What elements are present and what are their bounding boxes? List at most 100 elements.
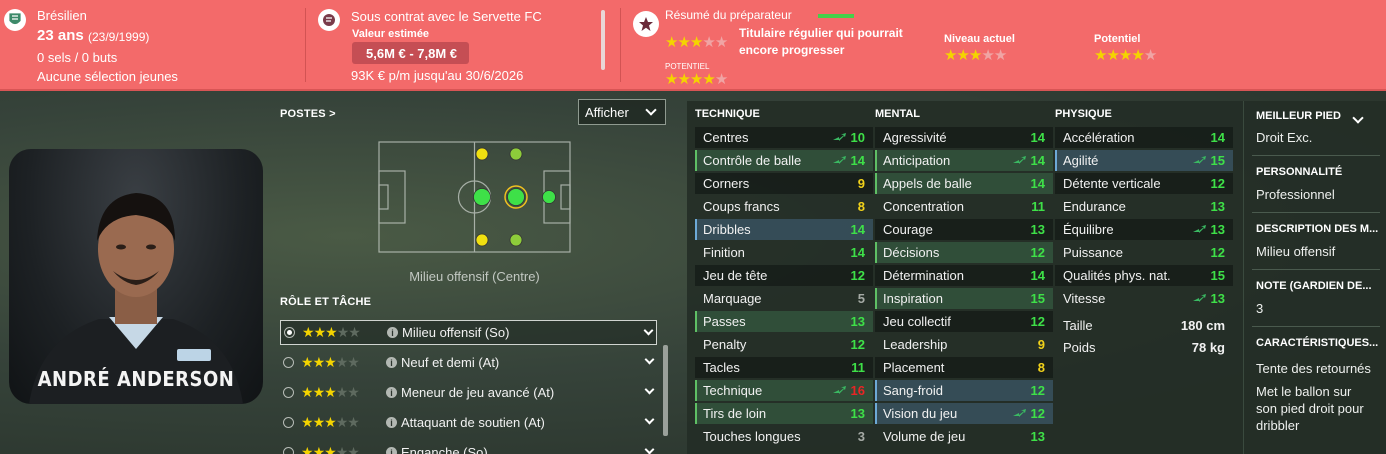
attribute-row[interactable]: Qualités phys. nat. 15 bbox=[1055, 265, 1233, 286]
attribute-row[interactable]: Technique 16 bbox=[695, 380, 873, 401]
attribute-value: 14 bbox=[850, 222, 865, 237]
attribute-row[interactable]: Agilité 15 bbox=[1055, 150, 1233, 171]
position-marker[interactable] bbox=[509, 147, 523, 161]
chevron-down-icon[interactable] bbox=[644, 414, 655, 425]
attribute-row[interactable]: Coups francs 8 bbox=[695, 196, 873, 217]
potential-stars: ★★★★★ bbox=[1094, 46, 1157, 64]
role-row[interactable]: ★★★★★ i Neuf et demi (At) bbox=[280, 350, 657, 375]
position-marker[interactable] bbox=[475, 233, 489, 247]
position-marker[interactable] bbox=[509, 233, 523, 247]
attribute-value: 13 bbox=[1210, 291, 1225, 306]
role-row[interactable]: ★★★★★ i Enganche (So) bbox=[280, 440, 657, 454]
attribute-row[interactable]: Leadership 9 bbox=[875, 334, 1053, 355]
attribute-value: 13 bbox=[1210, 199, 1225, 214]
attribute-row[interactable]: Courage 13 bbox=[875, 219, 1053, 240]
attribute-row[interactable]: Inspiration 15 bbox=[875, 288, 1053, 309]
roles-scrollbar[interactable] bbox=[663, 345, 668, 436]
attribute-row[interactable]: Passes 13 bbox=[695, 311, 873, 332]
attribute-name: Inspiration bbox=[883, 291, 943, 306]
header-scroll-indicator[interactable] bbox=[601, 10, 605, 70]
current-ability-stars: ★★★★★ bbox=[665, 33, 728, 51]
attribute-row[interactable]: Agressivité 14 bbox=[875, 127, 1053, 148]
attribute-row[interactable]: Concentration 11 bbox=[875, 196, 1053, 217]
personality-value: Professionnel bbox=[1256, 187, 1335, 202]
attribute-row[interactable]: Marquage 5 bbox=[695, 288, 873, 309]
attribute-value: 16 bbox=[850, 383, 865, 398]
attribute-row[interactable]: Puissance 12 bbox=[1055, 242, 1233, 263]
star-icon: ★ bbox=[702, 34, 715, 51]
header-divider bbox=[305, 8, 306, 82]
attribute-row[interactable]: Équilibre 13 bbox=[1055, 219, 1233, 240]
attribute-name: Équilibre bbox=[1063, 222, 1114, 237]
value-label: Valeur estimée bbox=[352, 28, 430, 40]
display-dropdown[interactable]: Afficher bbox=[578, 99, 666, 125]
attribute-row[interactable]: Détermination 14 bbox=[875, 265, 1053, 286]
position-marker[interactable] bbox=[507, 188, 525, 206]
role-radio[interactable] bbox=[283, 357, 294, 368]
position-marker[interactable] bbox=[542, 190, 556, 204]
role-row[interactable]: ★★★★★ i Milieu offensif (So) bbox=[280, 320, 657, 345]
attribute-row[interactable]: Jeu de tête 12 bbox=[695, 265, 873, 286]
info-icon[interactable]: i bbox=[387, 327, 398, 338]
positions-title[interactable]: POSTES > bbox=[280, 108, 336, 120]
attribute-value: 15 bbox=[1210, 268, 1225, 283]
trend-up-arrow-icon bbox=[1193, 294, 1206, 302]
star-icon: ★ bbox=[301, 444, 314, 454]
attribute-row[interactable]: Centres 10 bbox=[695, 127, 873, 148]
attribute-row[interactable]: Contrôle de balle 14 bbox=[695, 150, 873, 171]
attribute-row[interactable]: Tacles 11 bbox=[695, 357, 873, 378]
attribute-row[interactable]: Vitesse 13 bbox=[1055, 288, 1233, 309]
role-radio[interactable] bbox=[283, 447, 294, 454]
chevron-down-icon[interactable] bbox=[644, 354, 655, 365]
attribute-row[interactable]: Penalty 12 bbox=[695, 334, 873, 355]
star-icon: ★ bbox=[301, 414, 314, 430]
role-row[interactable]: ★★★★★ i Meneur de jeu avancé (At) bbox=[280, 380, 657, 405]
attribute-row[interactable]: Détente verticale 12 bbox=[1055, 173, 1233, 194]
role-radio[interactable] bbox=[283, 387, 294, 398]
position-marker[interactable] bbox=[475, 147, 489, 161]
star-icon: ★ bbox=[335, 444, 349, 454]
scout-progress-bar bbox=[818, 14, 854, 18]
attribute-row[interactable]: Dribbles 14 bbox=[695, 219, 873, 240]
chevron-down-icon[interactable] bbox=[644, 444, 655, 454]
attribute-row[interactable]: Touches longues 3 bbox=[695, 426, 873, 447]
attribute-name: Coups francs bbox=[703, 199, 780, 214]
role-radio[interactable] bbox=[284, 327, 295, 338]
attribute-row[interactable]: Jeu collectif 12 bbox=[875, 311, 1053, 332]
info-icon[interactable]: i bbox=[386, 357, 397, 368]
attribute-row[interactable]: Décisions 12 bbox=[875, 242, 1053, 263]
info-icon[interactable]: i bbox=[386, 447, 397, 454]
position-marker[interactable] bbox=[473, 188, 491, 206]
attribute-row[interactable]: Corners 9 bbox=[695, 173, 873, 194]
attribute-row[interactable]: Volume de jeu 13 bbox=[875, 426, 1053, 447]
attribute-value: 13 bbox=[850, 406, 865, 421]
attribute-row[interactable]: Placement 8 bbox=[875, 357, 1053, 378]
role-radio[interactable] bbox=[283, 417, 294, 428]
current-level-label: Niveau actuel bbox=[944, 33, 1015, 45]
attribute-row[interactable]: Finition 14 bbox=[695, 242, 873, 263]
attribute-value: 12 bbox=[850, 268, 865, 283]
role-row[interactable]: ★★★★★ i Attaquant de soutien (At) bbox=[280, 410, 657, 435]
chevron-down-icon[interactable] bbox=[1352, 112, 1364, 124]
star-icon: ★ bbox=[335, 354, 349, 370]
contract-status[interactable]: Sous contrat avec le Servette FC bbox=[351, 9, 542, 24]
attribute-name: Accélération bbox=[1063, 130, 1135, 145]
star-icon: ★ bbox=[324, 444, 337, 454]
info-icon[interactable]: i bbox=[386, 387, 397, 398]
attribute-row[interactable]: Appels de balle 14 bbox=[875, 173, 1053, 194]
star-icon: ★ bbox=[1143, 47, 1157, 64]
chevron-down-icon[interactable] bbox=[643, 325, 654, 336]
star-icon: ★ bbox=[324, 354, 337, 370]
attribute-name: Agilité bbox=[1063, 153, 1099, 168]
player-portrait-icon bbox=[29, 193, 243, 404]
info-icon[interactable]: i bbox=[386, 417, 397, 428]
attribute-row[interactable]: Sang-froid 12 bbox=[875, 380, 1053, 401]
chevron-down-icon[interactable] bbox=[644, 384, 655, 395]
attribute-row[interactable]: Accélération 14 bbox=[1055, 127, 1233, 148]
attribute-value: 3 bbox=[857, 429, 865, 444]
attribute-row[interactable]: Anticipation 14 bbox=[875, 150, 1053, 171]
attribute-row[interactable]: Vision du jeu 12 bbox=[875, 403, 1053, 424]
attribute-row[interactable]: Tirs de loin 13 bbox=[695, 403, 873, 424]
attribute-row[interactable]: Endurance 13 bbox=[1055, 196, 1233, 217]
star-icon: ★ bbox=[312, 414, 326, 430]
